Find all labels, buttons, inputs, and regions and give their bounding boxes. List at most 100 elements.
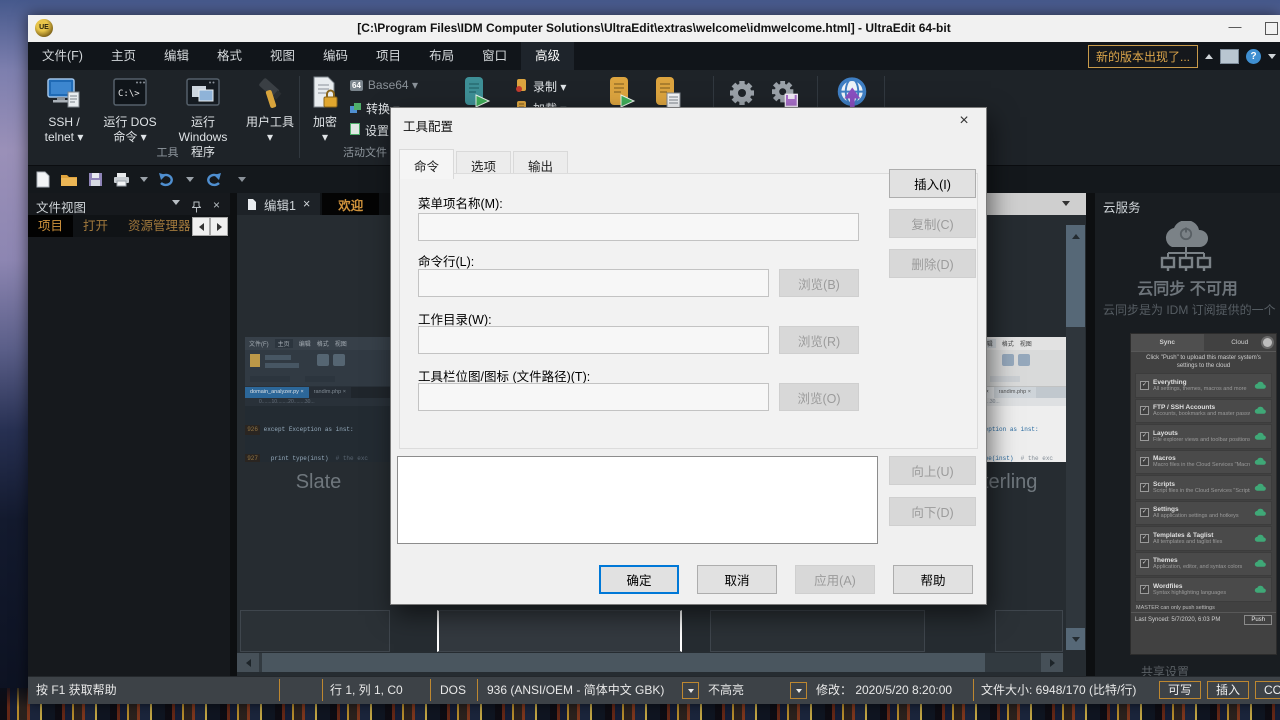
checkbox-icon[interactable]: ✓	[1140, 381, 1149, 390]
browse-directory-button[interactable]: 浏览(R)	[779, 326, 859, 354]
status-encoding[interactable]: 936 (ANSI/OEM - 简体中文 GBK)	[487, 677, 664, 703]
tab-command[interactable]: 命令	[399, 149, 454, 179]
ok-button[interactable]: 确定	[599, 565, 679, 594]
scroll-right-icon[interactable]	[1041, 653, 1063, 672]
sync-item[interactable]: ✓Templates & TaglistAll templates and ta…	[1135, 526, 1272, 551]
menu-project[interactable]: 项目	[362, 42, 415, 70]
welcome-card[interactable]	[240, 610, 390, 652]
menu-format[interactable]: 格式	[203, 42, 256, 70]
gear-icon[interactable]	[1263, 338, 1272, 347]
settings-button[interactable]: 设置	[350, 122, 389, 139]
new-file-icon[interactable]	[36, 171, 50, 188]
sync-item[interactable]: ✓FTP / SSH AccountsAccounts, bookmarks a…	[1135, 399, 1272, 424]
status-column-mode-toggle[interactable]: COL	[1255, 681, 1280, 699]
theme-preview-slate[interactable]: 文件(F)主页编辑格式视图 domain_analyzer.py ×randim…	[245, 337, 392, 462]
checkbox-icon[interactable]: ✓	[1140, 457, 1149, 466]
tab-edit1[interactable]: 编辑1 ×	[237, 193, 320, 215]
close-tab-icon[interactable]: ×	[303, 197, 310, 211]
tab-scroll-right-icon[interactable]	[210, 217, 228, 236]
browse-command-button[interactable]: 浏览(B)	[779, 269, 859, 297]
menu-view[interactable]: 视图	[256, 42, 309, 70]
scroll-down-icon[interactable]	[1066, 628, 1085, 650]
menu-edit[interactable]: 编辑	[150, 42, 203, 70]
welcome-card[interactable]	[710, 610, 925, 652]
menu-item-name-input[interactable]	[418, 213, 859, 241]
open-folder-icon[interactable]	[60, 172, 78, 187]
scroll-left-icon[interactable]	[237, 653, 259, 672]
welcome-card[interactable]	[995, 610, 1063, 652]
base64-button[interactable]: 64 Base64 ▾	[350, 78, 418, 92]
menu-advanced[interactable]: 高级	[521, 42, 574, 70]
menu-file[interactable]: 文件(F)	[28, 42, 97, 70]
status-writable-toggle[interactable]: 可写	[1159, 681, 1201, 699]
tab-project[interactable]: 项目	[28, 215, 73, 237]
minimize-button[interactable]: —	[1222, 15, 1248, 41]
checkbox-icon[interactable]: ✓	[1140, 483, 1149, 492]
encrypt-button[interactable]: 加密▾	[305, 74, 345, 145]
vertical-scrollbar[interactable]	[1066, 225, 1085, 650]
status-highlight-mode[interactable]: 不高亮	[708, 677, 744, 703]
sync-item[interactable]: ✓EverythingAll settings, themes, macros …	[1135, 373, 1272, 398]
print-dropdown-icon[interactable]	[140, 177, 148, 182]
move-up-button[interactable]: 向上(U)	[889, 456, 976, 485]
checkbox-icon[interactable]: ✓	[1140, 559, 1149, 568]
ssh-telnet-button[interactable]: SSH /telnet ▾	[36, 74, 92, 145]
undo-dropdown-icon[interactable]	[186, 177, 194, 182]
run-dos-command-button[interactable]: C:\> 运行 DOS命令 ▾	[95, 74, 165, 145]
cancel-button[interactable]: 取消	[697, 565, 777, 594]
record-macro-button[interactable]: 录制 ▾	[515, 78, 566, 95]
menu-window[interactable]: 窗口	[468, 42, 521, 70]
highlight-dropdown-icon[interactable]	[790, 682, 807, 699]
panel-menu-icon[interactable]	[172, 200, 180, 205]
maximize-button[interactable]	[1265, 22, 1278, 35]
tab-scroll-left-icon[interactable]	[192, 217, 210, 236]
panel-splitter[interactable]	[1086, 193, 1095, 676]
sync-tab[interactable]: Sync	[1131, 334, 1204, 351]
insert-button[interactable]: 插入(I)	[889, 169, 976, 198]
checkbox-icon[interactable]: ✓	[1140, 406, 1149, 415]
help-button[interactable]: 帮助	[893, 565, 973, 594]
chevron-down-icon[interactable]	[1268, 54, 1276, 59]
working-directory-input[interactable]	[418, 326, 769, 354]
toolbar-bitmap-input[interactable]	[418, 383, 769, 411]
command-line-input[interactable]	[418, 269, 769, 297]
sync-item[interactable]: ✓ScriptsScript files in the Cloud Servic…	[1135, 475, 1272, 500]
vertical-scroll-thumb[interactable]	[1066, 247, 1085, 327]
checkbox-icon[interactable]: ✓	[1140, 534, 1149, 543]
encoding-dropdown-icon[interactable]	[682, 682, 699, 699]
sync-item[interactable]: ✓LayoutsFile explorer views and toolbar …	[1135, 424, 1272, 449]
toolbar-overflow-icon[interactable]	[238, 177, 246, 182]
dialog-close-icon[interactable]: ×	[952, 112, 976, 130]
sync-item[interactable]: ✓ThemesApplication, editor, and syntax c…	[1135, 552, 1272, 577]
browse-bitmap-button[interactable]: 浏览(O)	[779, 383, 859, 411]
print-icon[interactable]	[113, 172, 130, 187]
checkbox-icon[interactable]: ✓	[1140, 432, 1149, 441]
sync-item[interactable]: ✓SettingsAll application settings and ho…	[1135, 501, 1272, 526]
horizontal-scroll-thumb[interactable]	[262, 653, 985, 672]
ribbon-display-options-icon[interactable]	[1220, 49, 1239, 64]
push-button[interactable]: Push	[1244, 615, 1272, 625]
tab-open[interactable]: 打开	[73, 215, 118, 237]
undo-icon[interactable]	[158, 172, 176, 187]
delete-button[interactable]: 删除(D)	[889, 249, 976, 278]
sync-item[interactable]: ✓MacrosMacro files in the Cloud Services…	[1135, 450, 1272, 475]
checkbox-icon[interactable]: ✓	[1140, 585, 1149, 594]
checkbox-icon[interactable]: ✓	[1140, 508, 1149, 517]
menu-home[interactable]: 主页	[97, 42, 150, 70]
save-icon[interactable]	[88, 172, 103, 187]
status-insert-mode-toggle[interactable]: 插入	[1207, 681, 1249, 699]
horizontal-scrollbar[interactable]	[237, 653, 1063, 672]
collapse-ribbon-icon[interactable]	[1205, 54, 1213, 59]
copy-button[interactable]: 复制(C)	[889, 209, 976, 238]
status-line-ending[interactable]: DOS	[440, 677, 466, 703]
apply-button[interactable]: 应用(A)	[795, 565, 875, 594]
tab-welcome[interactable]: 欢迎	[322, 193, 379, 215]
welcome-card-selected[interactable]	[437, 610, 682, 652]
tool-list-box[interactable]	[397, 456, 878, 544]
help-icon[interactable]: ?	[1246, 49, 1261, 64]
user-tools-button[interactable]: 用户工具▾	[241, 74, 299, 145]
status-cursor-position[interactable]: 行 1, 列 1, C0	[330, 677, 403, 703]
sync-item[interactable]: ✓WordfilesSyntax highlighting languages	[1135, 577, 1272, 602]
move-down-button[interactable]: 向下(D)	[889, 497, 976, 526]
menu-layout[interactable]: 布局	[415, 42, 468, 70]
